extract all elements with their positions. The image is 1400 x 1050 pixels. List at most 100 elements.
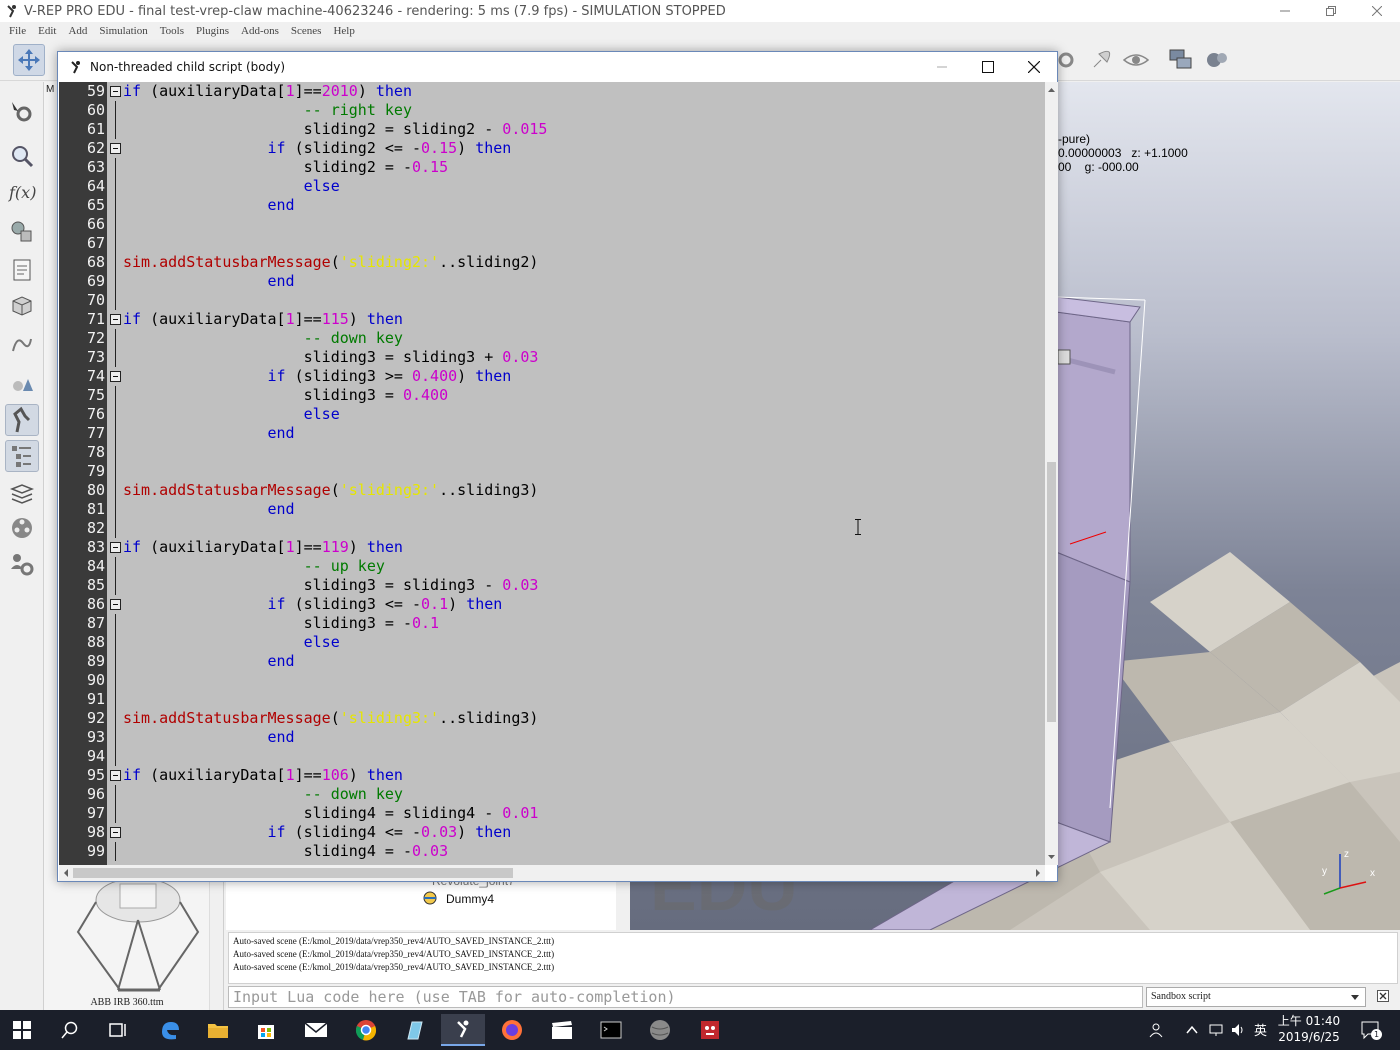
script-context-select[interactable]: Sandbox script xyxy=(1146,987,1366,1007)
camera-pan-button[interactable] xyxy=(13,44,45,76)
model-browser-button[interactable] xyxy=(1201,44,1233,76)
fold-toggle-icon[interactable] xyxy=(110,371,121,382)
code-line[interactable]: 81 end xyxy=(59,500,1045,519)
abb-irb360-thumbnail[interactable] xyxy=(58,872,208,996)
scripts-tool[interactable] xyxy=(5,254,39,286)
code-line[interactable]: 80 sim.addStatusbarMessage('sliding3:'..s… xyxy=(59,481,1045,500)
menu-add[interactable]: Add xyxy=(68,25,87,37)
lua-command-input[interactable]: Input Lua code here (use TAB for auto-co… xyxy=(228,986,1143,1008)
volume-icon[interactable] xyxy=(1230,1022,1246,1038)
code-line[interactable]: 67 xyxy=(59,234,1045,253)
shape-edit-tool[interactable] xyxy=(5,290,39,322)
object-search-tool[interactable] xyxy=(5,140,39,172)
calculation-modules-tool[interactable]: f(x) xyxy=(5,176,39,208)
fold-toggle-icon[interactable] xyxy=(110,770,121,781)
fold-toggle-icon[interactable] xyxy=(110,86,121,97)
visibility-button[interactable] xyxy=(1120,44,1152,76)
code-line[interactable]: 66 xyxy=(59,215,1045,234)
fold-toggle-icon[interactable] xyxy=(110,599,121,610)
code-line[interactable]: 82 xyxy=(59,519,1045,538)
code-line[interactable]: 90 xyxy=(59,671,1045,690)
taskbar-notepad[interactable] xyxy=(392,1014,436,1046)
code-line[interactable]: 86 if (sliding3 <= -0.1) then xyxy=(59,595,1045,614)
taskbar-command-prompt[interactable] xyxy=(589,1014,633,1046)
code-line[interactable]: 83 if (auxiliaryData[1]==119) then xyxy=(59,538,1045,557)
taskbar-file-explorer[interactable] xyxy=(196,1014,240,1046)
code-line[interactable]: 69 end xyxy=(59,272,1045,291)
menu-plugins[interactable]: Plugins xyxy=(196,25,229,37)
menu-scenes[interactable]: Scenes xyxy=(291,25,322,37)
code-line[interactable]: 84 -- up key xyxy=(59,557,1045,576)
restore-button[interactable] xyxy=(1308,0,1354,22)
taskbar-vrep[interactable] xyxy=(441,1014,485,1046)
people-icon[interactable] xyxy=(1148,1022,1164,1038)
menu-file[interactable]: File xyxy=(9,25,26,37)
model-browser-tool[interactable] xyxy=(5,404,39,436)
status-console[interactable]: Auto-saved scene (E:/kmol_2019/data/vrep… xyxy=(228,932,1398,984)
search-button[interactable] xyxy=(48,1014,92,1046)
scene-hierarchy-tool[interactable] xyxy=(5,440,39,472)
code-line[interactable]: 59 if (auxiliaryData[1]==2010) then xyxy=(59,82,1045,101)
code-line[interactable]: 77 end xyxy=(59,424,1045,443)
code-line[interactable]: 72 -- down key xyxy=(59,329,1045,348)
code-line[interactable]: 68 sim.addStatusbarMessage('sliding2:'..s… xyxy=(59,253,1045,272)
code-line[interactable]: 92 sim.addStatusbarMessage('sliding3:'..s… xyxy=(59,709,1045,728)
simulation-settings-tool[interactable] xyxy=(5,96,39,128)
vertical-scroll-thumb[interactable] xyxy=(1047,462,1056,722)
code-line[interactable]: 91 xyxy=(59,690,1045,709)
menu-edit[interactable]: Edit xyxy=(38,25,56,37)
code-line[interactable]: 93 end xyxy=(59,728,1045,747)
menu-help[interactable]: Help xyxy=(333,25,354,37)
code-line[interactable]: 65 end xyxy=(59,196,1045,215)
code-line[interactable]: 62 if (sliding2 <= -0.15) then xyxy=(59,139,1045,158)
taskbar-mail[interactable] xyxy=(294,1014,338,1046)
code-line[interactable]: 70 xyxy=(59,291,1045,310)
code-line[interactable]: 78 xyxy=(59,443,1045,462)
taskbar-store[interactable] xyxy=(244,1014,288,1046)
minimize-button[interactable] xyxy=(1262,0,1308,22)
taskbar-edge[interactable] xyxy=(148,1014,192,1046)
code-editor[interactable]: 59 if (auxiliaryData[1]==2010) then 60 -- … xyxy=(59,82,1045,865)
custom-ui-tool[interactable] xyxy=(5,368,39,400)
close-console-icon[interactable] xyxy=(1377,990,1389,1002)
code-line[interactable]: 87 sliding3 = -0.1 xyxy=(59,614,1045,633)
taskbar-video-editor[interactable] xyxy=(540,1014,584,1046)
fold-toggle-icon[interactable] xyxy=(110,827,121,838)
menu-addons[interactable]: Add-ons xyxy=(241,25,279,37)
scroll-left-arrow-icon[interactable] xyxy=(60,865,72,881)
code-line[interactable]: 99 sliding4 = -0.03 xyxy=(59,842,1045,861)
path-edit-tool[interactable] xyxy=(5,328,39,360)
code-line[interactable]: 97 sliding4 = sliding4 - 0.01 xyxy=(59,804,1045,823)
menu-simulation[interactable]: Simulation xyxy=(99,25,147,37)
layers-button[interactable] xyxy=(1165,44,1197,76)
start-button[interactable] xyxy=(0,1014,44,1046)
hierarchy-item-dummy4[interactable]: Dummy4 xyxy=(446,892,494,906)
code-line[interactable]: 61 sliding2 = sliding2 - 0.015 xyxy=(59,120,1045,139)
code-line[interactable]: 85 sliding3 = sliding3 - 0.03 xyxy=(59,576,1045,595)
code-line[interactable]: 64 else xyxy=(59,177,1045,196)
close-button[interactable] xyxy=(1354,0,1400,22)
taskbar-sphere-app[interactable] xyxy=(638,1014,682,1046)
user-settings-tool[interactable] xyxy=(5,548,39,580)
layers-tool[interactable] xyxy=(5,478,39,510)
taskbar-firefox[interactable] xyxy=(490,1014,534,1046)
chevron-up-icon[interactable] xyxy=(1184,1022,1200,1038)
script-editor-title-bar[interactable]: Non-threaded child script (body) xyxy=(58,52,1057,82)
code-line[interactable]: 60 -- right key xyxy=(59,101,1045,120)
fold-toggle-icon[interactable] xyxy=(110,314,121,325)
code-line[interactable]: 96 -- down key xyxy=(59,785,1045,804)
code-line[interactable]: 94 xyxy=(59,747,1045,766)
scroll-up-arrow-icon[interactable] xyxy=(1045,84,1058,96)
code-line[interactable]: 89 end xyxy=(59,652,1045,671)
horizontal-scroll-thumb[interactable] xyxy=(73,868,513,878)
video-recorder-tool[interactable] xyxy=(5,512,39,544)
scroll-right-arrow-icon[interactable] xyxy=(1032,865,1044,881)
code-line[interactable]: 63 sliding2 = -0.15 xyxy=(59,158,1045,177)
rocket-button[interactable] xyxy=(1085,44,1117,76)
menu-tools[interactable]: Tools xyxy=(160,25,184,37)
editor-vertical-scrollbar[interactable] xyxy=(1045,82,1058,865)
editor-maximize-button[interactable] xyxy=(965,52,1011,82)
task-view-button[interactable] xyxy=(96,1014,140,1046)
fold-toggle-icon[interactable] xyxy=(110,143,121,154)
code-line[interactable]: 71 if (auxiliaryData[1]==115) then xyxy=(59,310,1045,329)
